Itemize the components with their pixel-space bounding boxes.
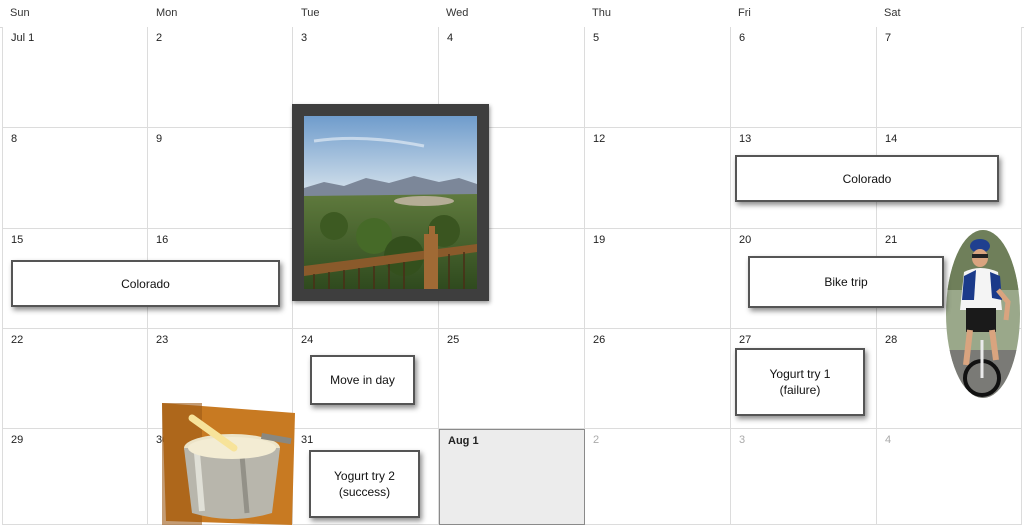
day-number: 4: [447, 32, 454, 44]
day-number: 16: [156, 234, 169, 246]
day-number: 14: [885, 133, 898, 145]
day-number: 21: [885, 234, 898, 246]
day-cell[interactable]: 8: [2, 128, 148, 229]
day-cell[interactable]: 9: [148, 128, 293, 229]
day-number: 24: [301, 334, 314, 346]
day-number: 3: [301, 32, 308, 44]
yogurt-pot-photo[interactable]: [162, 403, 295, 525]
weekday-tue: Tue: [301, 7, 320, 19]
day-number: 3: [739, 434, 746, 446]
event-yogurt-try-2[interactable]: Yogurt try 2 (success): [309, 450, 420, 518]
event-yogurt-try-1[interactable]: Yogurt try 1 (failure): [735, 348, 865, 416]
event-move-in-day[interactable]: Move in day: [310, 355, 415, 405]
day-number: 5: [593, 32, 600, 44]
day-cell[interactable]: 7: [877, 27, 1022, 128]
weekday-wed: Wed: [446, 7, 469, 19]
day-cell[interactable]: 2: [585, 429, 731, 525]
day-number: 22: [11, 334, 24, 346]
day-number: Jul 1: [11, 32, 35, 44]
day-cell[interactable]: 4: [877, 429, 1022, 525]
day-number: 7: [885, 32, 892, 44]
day-cell[interactable]: 12: [585, 128, 731, 229]
event-colorado-week2[interactable]: Colorado: [735, 155, 999, 202]
day-number: 2: [156, 32, 163, 44]
day-cell[interactable]: 19: [585, 229, 731, 329]
day-number: 20: [739, 234, 752, 246]
day-number: 12: [593, 133, 606, 145]
day-number: 27: [739, 334, 752, 346]
day-cell[interactable]: Aug 1: [439, 429, 585, 525]
weekday-mon: Mon: [156, 7, 178, 19]
day-cell[interactable]: 26: [585, 329, 731, 429]
day-number: 15: [11, 234, 24, 246]
day-number: 13: [739, 133, 752, 145]
weekday-sat: Sat: [884, 7, 901, 19]
day-number: 19: [593, 234, 606, 246]
day-number: 26: [593, 334, 606, 346]
weekday-sun: Sun: [10, 7, 30, 19]
weekday-fri: Fri: [738, 7, 751, 19]
day-cell[interactable]: 6: [731, 27, 877, 128]
day-number: 29: [11, 434, 24, 446]
day-cell[interactable]: 3: [731, 429, 877, 525]
landscape-photo-frame[interactable]: [292, 104, 489, 301]
day-cell[interactable]: 25: [439, 329, 585, 429]
event-bike-trip[interactable]: Bike trip: [748, 256, 944, 308]
day-number: 9: [156, 133, 163, 145]
day-number: 2: [593, 434, 600, 446]
mountain-landscape-photo: [304, 116, 477, 289]
day-cell[interactable]: 29: [2, 429, 148, 525]
day-number: Aug 1: [448, 435, 479, 447]
day-number: 31: [301, 434, 314, 446]
day-cell[interactable]: 5: [585, 27, 731, 128]
day-number: 8: [11, 133, 18, 145]
day-cell[interactable]: Jul 1: [2, 27, 148, 128]
day-cell[interactable]: 22: [2, 329, 148, 429]
day-cell[interactable]: 2: [148, 27, 293, 128]
weekday-header: Sun Mon Tue Wed Thu Fri Sat: [0, 0, 1024, 28]
day-number: 4: [885, 434, 892, 446]
day-number: 28: [885, 334, 898, 346]
day-number: 25: [447, 334, 460, 346]
event-colorado-week3[interactable]: Colorado: [11, 260, 280, 307]
weekday-thu: Thu: [592, 7, 611, 19]
cyclist-photo[interactable]: [946, 230, 1020, 398]
day-number: 6: [739, 32, 746, 44]
day-number: 23: [156, 334, 169, 346]
